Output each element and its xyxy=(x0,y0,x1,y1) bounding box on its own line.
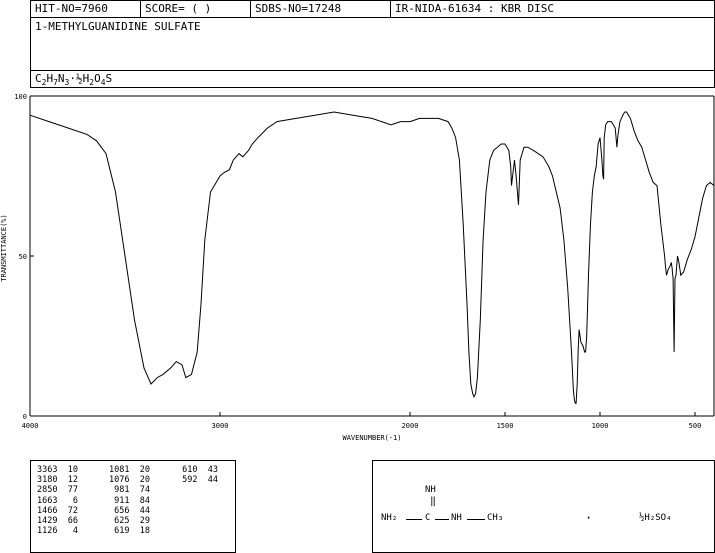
x-tick-label: 4000 xyxy=(22,422,39,430)
x-tick-label: 500 xyxy=(689,422,702,430)
formula-box: C2H7N3·½H2O4S xyxy=(30,70,715,88)
peak-column-1: 3363 10 3180 12 2850 77 1663 6 1466 72 1429 6… xyxy=(37,465,78,536)
right-amine: NH xyxy=(451,513,462,523)
score: SCORE= ( ) xyxy=(141,1,251,18)
y-tick-label: 50 xyxy=(19,253,27,261)
methyl-bond xyxy=(467,519,485,520)
methyl-group: CH₃ xyxy=(487,513,504,523)
peak-row: 3180 12 xyxy=(37,475,78,486)
peak-table: 3363 10 3180 12 2850 77 1663 6 1466 72 1429 6… xyxy=(30,460,236,553)
x-tick-label: 1500 xyxy=(497,422,514,430)
x-tick-label: 1000 xyxy=(592,422,609,430)
y-tick-label: 0 xyxy=(23,413,27,421)
left-bond xyxy=(406,519,422,520)
peak-row: 1663 6 xyxy=(37,495,78,506)
peak-row: 1076 20 xyxy=(109,475,150,486)
chart-axes xyxy=(29,95,715,417)
peak-row: 656 44 xyxy=(109,505,150,516)
imine-group: NH xyxy=(425,485,436,495)
structure-box: NH ‖ NH₂ C NH CH₃ · ½H₂SO₄ xyxy=(372,460,715,553)
peak-row: 1126 4 xyxy=(37,526,78,537)
compound-name: 1-METHYLGUANIDINE SULFATE xyxy=(35,20,201,33)
peak-row: 592 44 xyxy=(177,475,218,486)
y-axis-label: TRANSMITTANCE(%) xyxy=(0,214,8,281)
molecular-formula: C2H7N3·½H2O4S xyxy=(35,72,113,88)
peak-row: 625 29 xyxy=(109,516,150,527)
hit-no: HIT-NO=7960 xyxy=(31,1,141,18)
peak-column-2: 1081 20 1076 20 981 74 911 84 656 44 625 … xyxy=(109,465,150,536)
central-carbon: C xyxy=(425,513,431,523)
x-tick-label: 3000 xyxy=(212,422,229,430)
salt-dot: · xyxy=(585,511,593,525)
peak-row: 1466 72 xyxy=(37,505,78,516)
sdbs-no: SDBS-NO=17248 xyxy=(251,1,391,18)
peak-row: 1081 20 xyxy=(109,465,150,475)
sulfate-salt: ½H₂SO₄ xyxy=(639,513,672,523)
peak-row: 981 74 xyxy=(109,485,150,496)
spectrum-line xyxy=(29,111,715,404)
peak-row: 2850 77 xyxy=(37,485,78,496)
x-axis-label: WAVENUMBER(-1) xyxy=(342,434,401,442)
y-tick-label: 100 xyxy=(14,93,27,101)
peak-row: 1429 66 xyxy=(37,516,78,527)
peak-row: 911 84 xyxy=(109,495,150,506)
right-bond xyxy=(435,519,449,520)
compound-name-box: 1-METHYLGUANIDINE SULFATE xyxy=(30,17,715,71)
double-bond: ‖ xyxy=(430,496,437,507)
left-amine: NH₂ xyxy=(381,513,398,523)
peak-row: 610 43 xyxy=(177,465,218,475)
ir-nida: IR-NIDA-61634 : KBR DISC xyxy=(395,2,554,15)
peak-column-3: 610 43 592 44 xyxy=(177,465,218,485)
x-tick-label: 2000 xyxy=(402,422,419,430)
ir-spectrum-chart: 4000 3000 2000 1500 1000 500 0 50 100 WAVENUMBER… xyxy=(0,93,715,442)
peak-row: 3363 10 xyxy=(37,465,78,475)
header-bar: HIT-NO=7960 SCORE= ( ) SDBS-NO=17248 IR-… xyxy=(30,0,715,18)
peak-row: 619 18 xyxy=(109,526,150,537)
